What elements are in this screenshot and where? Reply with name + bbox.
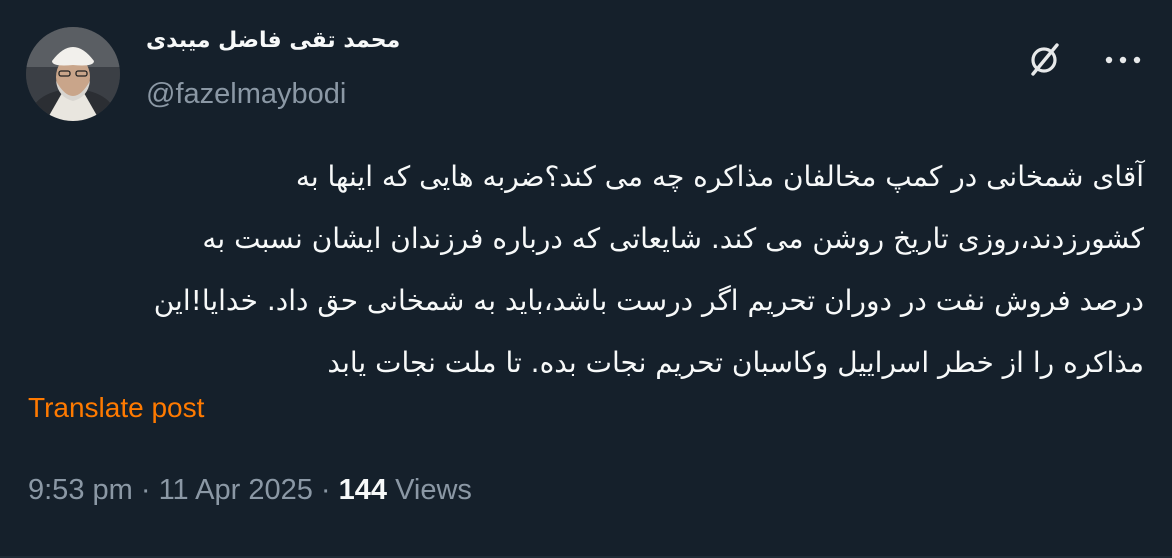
post-text: آقای شمخانی در کمپ مخالفان مذاکره چه می … [28, 146, 1144, 394]
post-time[interactable]: 9:53 pm [28, 474, 133, 506]
display-name[interactable]: محمد تقی فاضل میبدی [146, 28, 400, 53]
post-text-line: کشورزدند،روزی تاریخ روشن می کند. شایعاتی… [202, 222, 1144, 255]
post-date[interactable]: 11 Apr 2025 [159, 474, 313, 506]
views-label: Views [387, 474, 472, 506]
views-count[interactable]: 144 [339, 474, 387, 506]
post-text-line: درصد فروش نفت در دوران تحریم اگر درست با… [153, 284, 1144, 317]
avatar[interactable] [26, 27, 120, 121]
grok-icon[interactable] [1024, 40, 1064, 80]
meta-separator: · [312, 474, 339, 506]
translate-post-link[interactable]: Translate post [28, 392, 204, 424]
avatar-image [26, 27, 120, 121]
post-meta: 9:53 pm · 11 Apr 2025 · 144 Views [28, 474, 472, 507]
post-text-line: مذاکره را از خطر اسراییل وکاسبان تحریم ن… [327, 346, 1144, 379]
post-text-line: آقای شمخانی در کمپ مخالفان مذاکره چه می … [295, 160, 1144, 193]
meta-separator: · [132, 474, 159, 506]
user-handle[interactable]: @fazelmaybodi [146, 78, 346, 111]
more-icon[interactable] [1100, 40, 1146, 80]
